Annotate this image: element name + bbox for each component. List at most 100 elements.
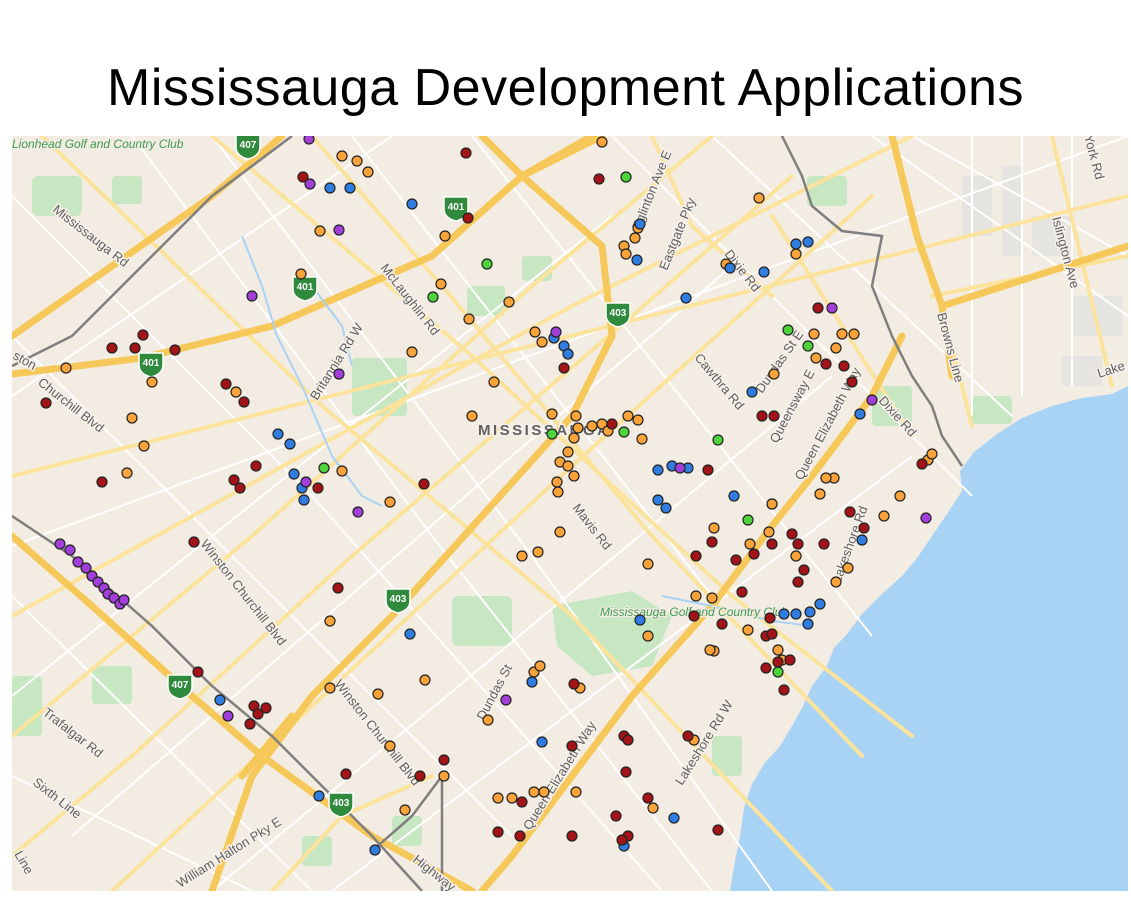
marker-darkred[interactable]: [688, 610, 700, 622]
marker-orange[interactable]: [768, 368, 780, 380]
marker-darkred[interactable]: [234, 482, 246, 494]
marker-orange[interactable]: [406, 346, 418, 358]
marker-orange[interactable]: [706, 592, 718, 604]
marker-purple[interactable]: [222, 710, 234, 722]
marker-orange[interactable]: [384, 740, 396, 752]
marker-purple[interactable]: [826, 302, 838, 314]
marker-orange[interactable]: [642, 558, 654, 570]
marker-blue[interactable]: [288, 468, 300, 480]
marker-blue[interactable]: [344, 182, 356, 194]
marker-green[interactable]: [620, 171, 632, 183]
marker-darkred[interactable]: [516, 796, 528, 808]
marker-darkred[interactable]: [238, 396, 250, 408]
marker-orange[interactable]: [830, 576, 842, 588]
marker-blue[interactable]: [668, 812, 680, 824]
marker-orange[interactable]: [766, 498, 778, 510]
marker-orange[interactable]: [314, 225, 326, 237]
marker-orange[interactable]: [753, 192, 765, 204]
marker-orange[interactable]: [842, 562, 854, 574]
marker-purple[interactable]: [550, 326, 562, 338]
marker-orange[interactable]: [708, 522, 720, 534]
marker-orange[interactable]: [503, 296, 515, 308]
marker-orange[interactable]: [536, 336, 548, 348]
marker-purple[interactable]: [866, 394, 878, 406]
marker-orange[interactable]: [744, 538, 756, 550]
marker-orange[interactable]: [636, 433, 648, 445]
marker-blue[interactable]: [804, 606, 816, 618]
marker-darkred[interactable]: [706, 536, 718, 548]
marker-darkred[interactable]: [690, 550, 702, 562]
marker-orange[interactable]: [586, 420, 598, 432]
marker-blue[interactable]: [652, 494, 664, 506]
marker-orange[interactable]: [551, 476, 563, 488]
marker-darkred[interactable]: [766, 538, 778, 550]
marker-purple[interactable]: [64, 544, 76, 556]
marker-orange[interactable]: [808, 328, 820, 340]
marker-darkred[interactable]: [438, 754, 450, 766]
marker-blue[interactable]: [802, 236, 814, 248]
marker-orange[interactable]: [351, 155, 363, 167]
marker-darkred[interactable]: [766, 628, 778, 640]
marker-darkred[interactable]: [682, 730, 694, 742]
marker-darkred[interactable]: [730, 554, 742, 566]
marker-blue[interactable]: [724, 262, 736, 274]
marker-blue[interactable]: [562, 348, 574, 360]
marker-darkred[interactable]: [566, 740, 578, 752]
marker-purple[interactable]: [333, 368, 345, 380]
marker-orange[interactable]: [562, 460, 574, 472]
marker-darkred[interactable]: [858, 522, 870, 534]
marker-darkred[interactable]: [838, 360, 850, 372]
marker-orange[interactable]: [772, 644, 784, 656]
marker-orange[interactable]: [538, 786, 550, 798]
marker-orange[interactable]: [324, 682, 336, 694]
marker-darkred[interactable]: [798, 564, 810, 576]
marker-orange[interactable]: [690, 590, 702, 602]
marker-orange[interactable]: [324, 615, 336, 627]
marker-orange[interactable]: [438, 770, 450, 782]
marker-blue[interactable]: [634, 218, 646, 230]
marker-darkred[interactable]: [606, 418, 618, 430]
marker-darkred[interactable]: [129, 342, 141, 354]
marker-darkred[interactable]: [916, 458, 928, 470]
marker-orange[interactable]: [820, 472, 832, 484]
marker-blue[interactable]: [652, 464, 664, 476]
marker-darkred[interactable]: [812, 302, 824, 314]
marker-darkred[interactable]: [768, 410, 780, 422]
marker-orange[interactable]: [399, 804, 411, 816]
marker-orange[interactable]: [642, 630, 654, 642]
marker-blue[interactable]: [214, 694, 226, 706]
marker-purple[interactable]: [300, 476, 312, 488]
marker-orange[interactable]: [60, 362, 72, 374]
marker-orange[interactable]: [878, 510, 890, 522]
marker-blue[interactable]: [660, 502, 672, 514]
marker-orange[interactable]: [894, 490, 906, 502]
marker-darkred[interactable]: [792, 576, 804, 588]
marker-orange[interactable]: [488, 376, 500, 388]
marker-darkred[interactable]: [220, 378, 232, 390]
marker-orange[interactable]: [546, 408, 558, 420]
marker-darkred[interactable]: [568, 678, 580, 690]
marker-purple[interactable]: [304, 178, 316, 190]
marker-orange[interactable]: [336, 150, 348, 162]
marker-purple[interactable]: [54, 538, 66, 550]
marker-darkred[interactable]: [736, 586, 748, 598]
marker-darkred[interactable]: [756, 410, 768, 422]
marker-orange[interactable]: [384, 496, 396, 508]
marker-darkred[interactable]: [620, 766, 632, 778]
map-canvas[interactable]: Eglinton Ave E Eastgate Pky Dixie Rd McL…: [12, 136, 1128, 891]
marker-green[interactable]: [802, 340, 814, 352]
marker-purple[interactable]: [500, 694, 512, 706]
marker-orange[interactable]: [138, 440, 150, 452]
marker-orange[interactable]: [790, 550, 802, 562]
marker-green[interactable]: [742, 514, 754, 526]
marker-orange[interactable]: [121, 467, 133, 479]
marker-darkred[interactable]: [820, 358, 832, 370]
marker-darkred[interactable]: [414, 770, 426, 782]
marker-darkred[interactable]: [137, 329, 149, 341]
marker-orange[interactable]: [439, 230, 451, 242]
marker-darkred[interactable]: [106, 342, 118, 354]
marker-darkred[interactable]: [844, 506, 856, 518]
marker-darkred[interactable]: [244, 718, 256, 730]
marker-green[interactable]: [318, 462, 330, 474]
marker-darkred[interactable]: [460, 147, 472, 159]
